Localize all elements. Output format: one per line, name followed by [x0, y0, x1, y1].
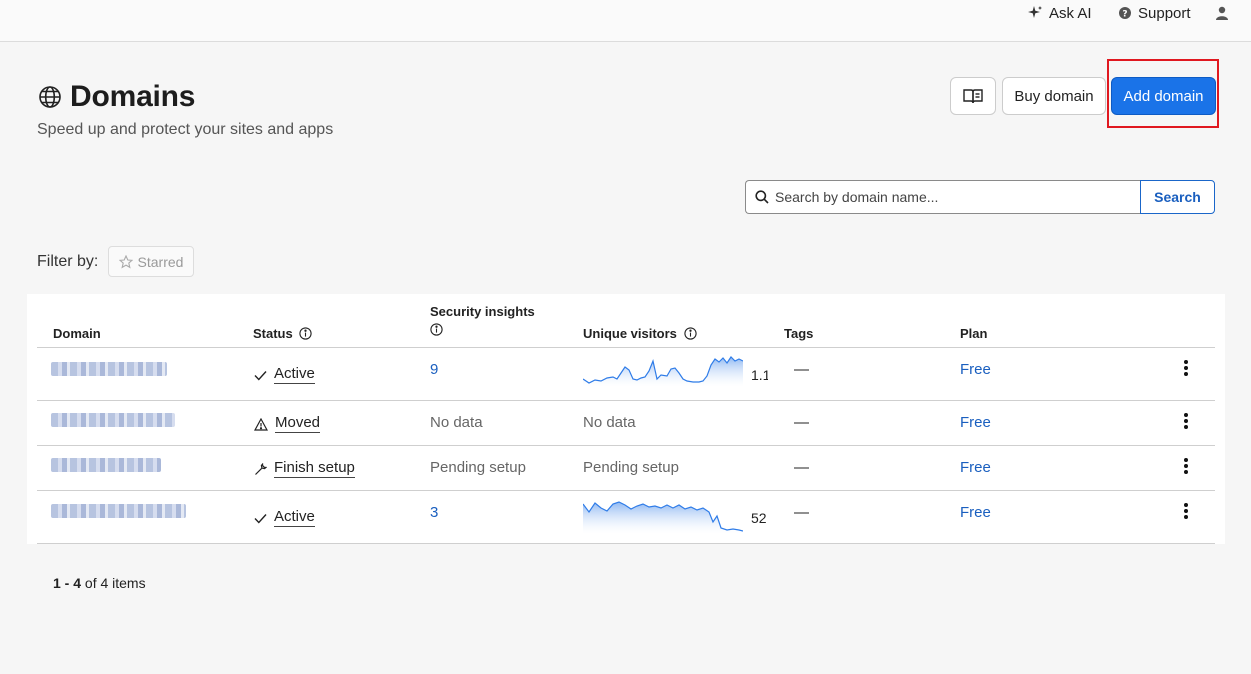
domain-name-redacted[interactable]: [51, 413, 175, 427]
status-cell: Finish setup: [254, 460, 355, 478]
security-insights-value: No data: [430, 414, 483, 431]
row-divider: [37, 490, 1215, 491]
plan-link[interactable]: Free: [960, 504, 991, 521]
svg-text:?: ?: [1122, 10, 1127, 20]
security-insights-count[interactable]: 9: [430, 361, 438, 378]
visitors-sparkline: [583, 501, 743, 534]
warning-icon: [254, 417, 268, 431]
search-icon: [755, 190, 769, 204]
info-icon[interactable]: [683, 327, 697, 340]
tags-cell: —: [794, 361, 809, 378]
documentation-button[interactable]: [950, 77, 996, 115]
pagination-range: 1 - 4: [53, 575, 82, 591]
support-label: Support: [1138, 4, 1191, 22]
sparkle-icon: [1028, 6, 1042, 18]
user-icon: [1216, 6, 1228, 20]
plan-link[interactable]: Free: [960, 459, 991, 476]
info-icon[interactable]: [299, 327, 313, 340]
security-insights-count[interactable]: 3: [430, 504, 438, 521]
check-icon: [254, 370, 267, 381]
filter-label: Filter by:: [37, 253, 99, 270]
wrench-icon: [255, 462, 267, 475]
status-cell: Moved: [254, 415, 321, 433]
status-label[interactable]: Active: [274, 509, 315, 527]
pagination-total: of 4 items: [84, 575, 146, 591]
visitors-value: Pending setup: [583, 459, 679, 476]
buy-domain-button[interactable]: Buy domain: [1002, 77, 1106, 115]
domain-name-redacted[interactable]: [51, 458, 161, 472]
search-button[interactable]: Search: [1140, 180, 1215, 214]
plan-link[interactable]: Free: [960, 361, 991, 378]
visitors-count: 1.1k: [751, 367, 768, 383]
page-subtitle: Speed up and protect your sites and apps: [37, 121, 334, 138]
globe-icon: [39, 86, 61, 108]
starred-filter-button[interactable]: Starred: [108, 246, 194, 277]
row-divider: [37, 543, 1215, 544]
security-insights-value: Pending setup: [430, 459, 526, 476]
book-icon: [963, 89, 983, 104]
pagination-summary: 1 - 4 of 4 items: [53, 575, 146, 591]
row-actions-menu-icon[interactable]: [1181, 458, 1191, 476]
column-header-domain[interactable]: Domain: [53, 326, 101, 341]
status-cell: Active: [254, 366, 315, 384]
visitors-sparkline: [583, 356, 743, 387]
help-icon: ?: [1119, 7, 1131, 20]
domain-name-redacted[interactable]: [51, 362, 167, 376]
ask-ai-label: Ask AI: [1049, 4, 1092, 22]
column-header-status[interactable]: Status: [253, 326, 313, 341]
column-header-visitors[interactable]: Unique visitors: [583, 326, 697, 341]
plan-link[interactable]: Free: [960, 414, 991, 431]
search-bar: Search: [745, 180, 1215, 214]
starred-label: Starred: [137, 253, 184, 270]
column-header-plan[interactable]: Plan: [960, 326, 987, 341]
tags-cell: —: [794, 504, 809, 521]
row-actions-menu-icon[interactable]: [1181, 503, 1191, 521]
add-domain-button[interactable]: Add domain: [1111, 77, 1216, 115]
status-label[interactable]: Active: [274, 366, 315, 384]
search-field-container: [745, 180, 1140, 214]
row-actions-menu-icon[interactable]: [1181, 360, 1191, 378]
ask-ai-button[interactable]: Ask AI: [1027, 4, 1092, 22]
status-label[interactable]: Finish setup: [274, 460, 355, 478]
page-title: Domains: [38, 80, 195, 114]
row-actions-menu-icon[interactable]: [1181, 413, 1191, 431]
visitors-count: 52: [751, 510, 767, 526]
support-button[interactable]: ? Support: [1118, 4, 1191, 22]
tags-cell: —: [794, 459, 809, 476]
status-cell: Active: [254, 509, 315, 527]
tags-cell: —: [794, 414, 809, 431]
domain-name-redacted[interactable]: [51, 504, 186, 518]
row-divider: [37, 445, 1215, 446]
row-divider: [37, 400, 1215, 401]
row-divider: [37, 347, 1215, 348]
info-icon[interactable]: [430, 323, 443, 336]
page-title-text: Domains: [70, 80, 196, 113]
user-menu-button[interactable]: [1215, 4, 1229, 22]
column-header-security[interactable]: Security insights: [430, 304, 535, 337]
column-header-tags[interactable]: Tags: [784, 326, 813, 341]
top-bar: Ask AI ? Support: [0, 0, 1251, 42]
star-icon: [118, 254, 133, 269]
check-icon: [254, 513, 267, 524]
status-label[interactable]: Moved: [275, 415, 321, 433]
search-input[interactable]: [775, 189, 1115, 205]
visitors-value: No data: [583, 414, 636, 431]
